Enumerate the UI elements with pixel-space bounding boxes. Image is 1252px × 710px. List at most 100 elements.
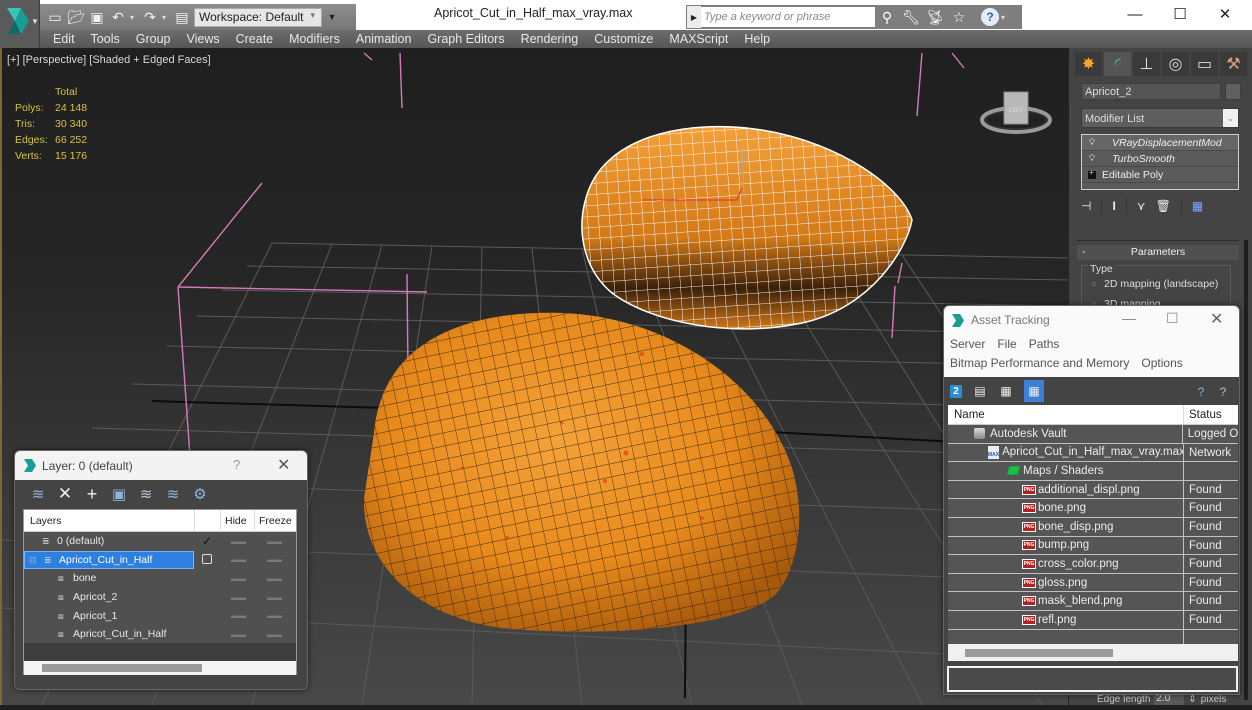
collapse-icon[interactable]: ⊟ bbox=[29, 555, 39, 565]
menu-graph-editors[interactable]: Graph Editors bbox=[419, 30, 512, 48]
maximize-button[interactable]: ☐ bbox=[1166, 310, 1179, 327]
object-name-field[interactable]: Apricot_2 bbox=[1081, 83, 1221, 100]
menu-maxscript[interactable]: MAXScript bbox=[661, 30, 736, 48]
binoculars-icon[interactable]: ⚲ bbox=[875, 6, 899, 28]
search-expand-button[interactable]: ▶ bbox=[687, 6, 701, 28]
asset-row[interactable]: PNG bone.png Found bbox=[948, 499, 1238, 518]
motion-tab-icon[interactable]: ◎ bbox=[1162, 52, 1189, 76]
layer-horizontal-scrollbar[interactable] bbox=[24, 661, 296, 675]
table-view-icon[interactable]: ▦ bbox=[1024, 380, 1044, 402]
asset-row[interactable]: PNG mask_blend.png Found bbox=[948, 592, 1238, 611]
layer-properties-icon[interactable]: ⚙ bbox=[191, 485, 209, 503]
menu-customize[interactable]: Customize bbox=[586, 30, 661, 48]
object-color-swatch[interactable] bbox=[1225, 83, 1241, 100]
pin-stack-icon[interactable]: ⊣ bbox=[1081, 199, 1091, 213]
thumbnail-view-icon[interactable]: ▦ bbox=[998, 382, 1014, 400]
app-menu-button[interactable]: ▼ bbox=[0, 0, 40, 48]
hide-toggle[interactable]: ▬▬ bbox=[220, 630, 256, 639]
menu-paths[interactable]: Paths bbox=[1029, 335, 1060, 354]
help-icon[interactable]: ? bbox=[1193, 383, 1209, 401]
asset-row[interactable]: PNG gloss.png Found bbox=[948, 573, 1238, 593]
undo-icon[interactable]: ↶ bbox=[109, 8, 127, 26]
search-input[interactable] bbox=[701, 7, 875, 27]
menu-views[interactable]: Views bbox=[178, 30, 227, 48]
viewport-shading-label[interactable]: [Shaded + Edged Faces] bbox=[89, 54, 210, 66]
current-layer-checkbox[interactable] bbox=[194, 553, 220, 567]
redo-dropdown-icon[interactable]: ▾ bbox=[162, 13, 170, 22]
layer-row-selected[interactable]: ⊟ ≣ Apricot_Cut_in_Half ▬▬ ▬▬ bbox=[24, 550, 296, 570]
freeze-toggle[interactable]: ▬▬ bbox=[256, 555, 292, 564]
menu-group[interactable]: Group bbox=[128, 30, 179, 48]
add-to-layer-icon[interactable]: + bbox=[83, 484, 101, 504]
column-freeze[interactable]: Freeze bbox=[254, 509, 294, 532]
highlight-selected-layer-icon[interactable]: ≋ bbox=[137, 485, 155, 503]
modifier-list-dropdown[interactable]: Modifier List ⌄ bbox=[1081, 108, 1239, 128]
help-contents-icon[interactable]: ? bbox=[1215, 383, 1231, 401]
stack-item-turbosmooth[interactable]: 💡︎ TurboSmooth bbox=[1082, 151, 1238, 167]
menu-server[interactable]: Server bbox=[950, 335, 985, 354]
menu-file[interactable]: File bbox=[997, 335, 1016, 354]
layer-dialog-titlebar[interactable]: Layer: 0 (default) ? ✕ bbox=[15, 451, 307, 480]
list-view-icon[interactable]: ▤ bbox=[972, 382, 988, 400]
scrollbar-thumb[interactable] bbox=[965, 649, 1113, 657]
expand-icon[interactable] bbox=[1088, 168, 1096, 179]
menu-bitmap-performance[interactable]: Bitmap Performance and Memory bbox=[950, 354, 1129, 373]
asset-row[interactable]: PNG additional_displ.png Found bbox=[948, 480, 1238, 500]
freeze-toggle[interactable]: ▬▬ bbox=[256, 574, 292, 583]
star-icon[interactable]: ☆ bbox=[947, 6, 971, 28]
help-button[interactable]: ? bbox=[233, 457, 240, 472]
viewport-view-label[interactable]: [Perspective] bbox=[23, 54, 87, 66]
remove-modifier-icon[interactable]: 🗑︎ bbox=[1156, 199, 1171, 213]
configure-modifier-sets-icon[interactable]: ▦ bbox=[1192, 199, 1203, 213]
menu-options[interactable]: Options bbox=[1141, 354, 1182, 373]
undo-dropdown-icon[interactable]: ▾ bbox=[130, 13, 138, 22]
hide-toggle[interactable]: ▬▬ bbox=[220, 555, 256, 564]
layer-row[interactable]: ≣ 0 (default) ✓ ▬▬ ▬▬ bbox=[24, 532, 296, 551]
lightbulb-icon[interactable]: 💡︎ bbox=[1082, 137, 1102, 148]
create-tab-icon[interactable]: ✸ bbox=[1075, 52, 1102, 76]
asset-horizontal-scrollbar[interactable] bbox=[948, 644, 1238, 661]
radio-2d-mapping[interactable]: 2D mapping (landscape) bbox=[1090, 278, 1218, 290]
asset-dialog-titlebar[interactable]: Asset Tracking — ☐ ✕ bbox=[944, 306, 1239, 335]
close-button[interactable]: ✕ bbox=[1202, 0, 1248, 28]
help-dropdown-icon[interactable]: ▾ bbox=[1001, 13, 1009, 22]
hide-toggle[interactable]: ▬▬ bbox=[220, 611, 256, 620]
asset-row[interactable]: PNG bone_disp.png Found bbox=[948, 517, 1238, 537]
create-layer-icon[interactable]: ≋ bbox=[29, 485, 47, 503]
delete-layer-icon[interactable]: ✕ bbox=[56, 484, 74, 503]
hide-toggle[interactable]: ▬▬ bbox=[220, 537, 256, 546]
show-end-result-icon[interactable]: I bbox=[1112, 199, 1115, 213]
asset-row[interactable]: PNG refl.png Found bbox=[948, 610, 1238, 630]
object-row[interactable]: ⧈ Apricot_1 ▬▬ ▬▬ bbox=[24, 606, 296, 625]
object-row[interactable]: ⧈ bone ▬▬ ▬▬ bbox=[24, 569, 296, 588]
help-icon[interactable]: ? bbox=[981, 8, 999, 26]
workspace-select[interactable]: Workspace: Default ▾ bbox=[194, 7, 322, 27]
freeze-toggle[interactable]: ▬▬ bbox=[256, 537, 292, 546]
toolbar-overflow-button[interactable]: ▼ bbox=[325, 8, 339, 27]
menu-modifiers[interactable]: Modifiers bbox=[281, 30, 348, 48]
asset-row[interactable]: Maps / Shaders bbox=[948, 462, 1238, 481]
hide-toggle[interactable]: ▬▬ bbox=[220, 574, 256, 583]
viewport-menu-plus[interactable]: [+] bbox=[7, 54, 20, 66]
modify-tab-icon[interactable]: ◜ bbox=[1104, 52, 1131, 76]
utilities-tab-icon[interactable]: ⚒ bbox=[1220, 52, 1247, 76]
parameters-rollout-header[interactable]: - Parameters bbox=[1077, 245, 1239, 260]
object-row[interactable]: ⧈ Apricot_Cut_in_Half ▬▬ ▬▬ bbox=[24, 625, 296, 644]
maximize-button[interactable]: ☐ bbox=[1157, 0, 1203, 28]
apricot-whole-mesh[interactable] bbox=[342, 298, 822, 658]
viewcube-icon[interactable]: LEFT bbox=[980, 84, 1056, 144]
hierarchy-tab-icon[interactable]: ⊥ bbox=[1133, 52, 1160, 76]
asset-row[interactable]: Autodesk Vault Logged O bbox=[948, 425, 1238, 444]
column-name[interactable]: Name bbox=[948, 405, 1184, 424]
hide-toggle[interactable]: ▬▬ bbox=[220, 593, 256, 602]
menu-rendering[interactable]: Rendering bbox=[513, 30, 587, 48]
make-current-layer-icon[interactable]: ≋ bbox=[164, 485, 182, 503]
lightbulb-icon[interactable]: 💡︎ bbox=[1082, 153, 1102, 164]
asset-row[interactable]: PNG cross_color.png Found bbox=[948, 555, 1238, 574]
close-button[interactable]: ✕ bbox=[277, 455, 290, 475]
asset-row[interactable]: PNG bump.png Found bbox=[948, 536, 1238, 556]
spinner-arrows-icon[interactable]: ⇕ bbox=[1188, 694, 1196, 705]
column-layers[interactable]: Layers bbox=[24, 515, 194, 527]
key-icon[interactable]: 🔧︎ bbox=[899, 6, 923, 28]
select-objects-in-layer-icon[interactable]: ▣ bbox=[110, 485, 128, 503]
